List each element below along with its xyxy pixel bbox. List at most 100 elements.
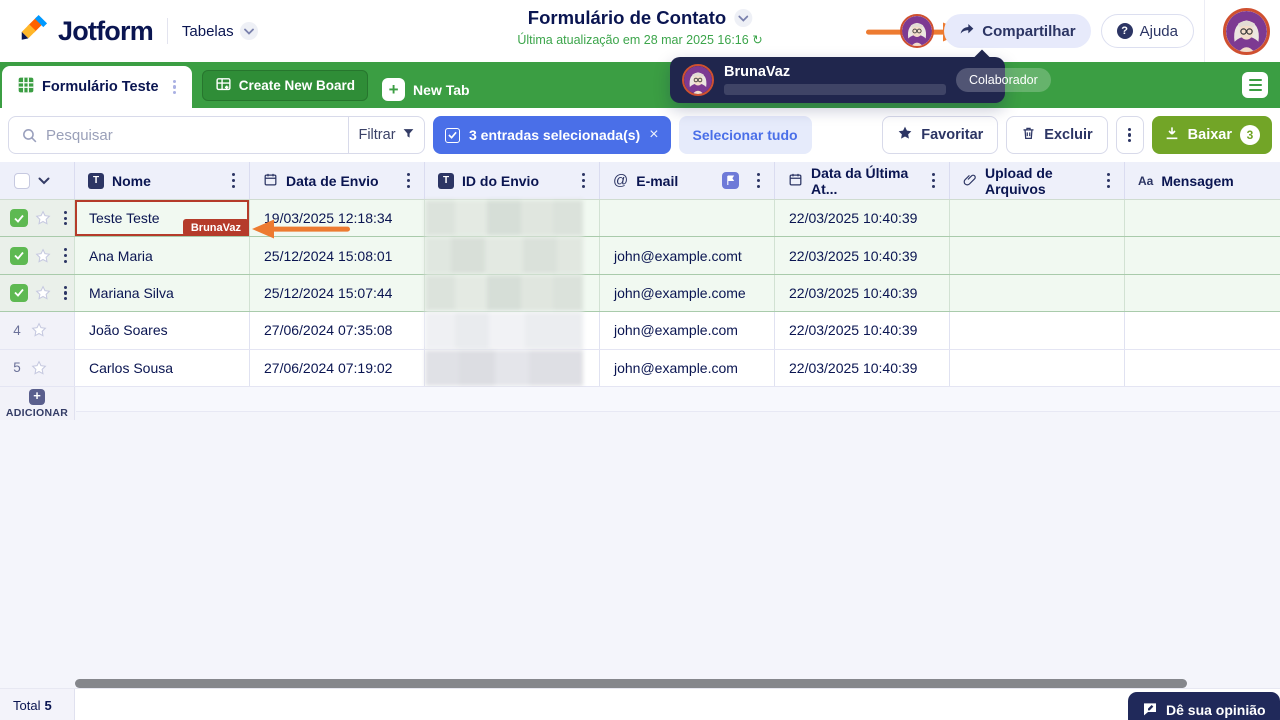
download-button[interactable]: Baixar 3: [1151, 116, 1272, 154]
search-input[interactable]: [38, 126, 348, 144]
tab-menu-kebab-icon[interactable]: [167, 76, 182, 99]
column-header-upload-de-arquivos[interactable]: Upload de Arquivos: [950, 162, 1125, 199]
cell-data-de-envio[interactable]: 27/06/2024 07:19:02: [250, 349, 425, 386]
blurred-value: [425, 237, 583, 274]
column-header-id-do-envio[interactable]: T ID do Envio: [425, 162, 600, 199]
column-menu-kebab-icon[interactable]: [926, 169, 941, 192]
column-header-email[interactable]: @ E-mail: [600, 162, 775, 199]
row-kebab-icon[interactable]: [58, 282, 73, 305]
cell-id-do-envio[interactable]: [425, 237, 600, 274]
cell-data-ultima-atualizacao[interactable]: 22/03/2025 10:40:39: [775, 349, 950, 386]
row-kebab-icon[interactable]: [58, 207, 73, 230]
more-actions-kebab-icon[interactable]: [1115, 116, 1144, 154]
tab-label: Formulário Teste: [42, 79, 159, 95]
user-avatar[interactable]: [1223, 7, 1270, 55]
cell-email[interactable]: john@example.com: [600, 349, 775, 386]
cell-upload-de-arquivos[interactable]: [950, 312, 1125, 349]
cell-upload-de-arquivos[interactable]: [950, 349, 1125, 386]
star-outline-icon[interactable]: [31, 360, 47, 376]
cell-upload-de-arquivos[interactable]: [950, 274, 1125, 312]
tab-formulario-teste[interactable]: Formulário Teste: [2, 66, 192, 108]
row-kebab-icon[interactable]: [58, 244, 73, 267]
cell-email[interactable]: [600, 200, 775, 237]
filter-button[interactable]: Filtrar: [348, 117, 424, 153]
star-outline-icon[interactable]: [35, 248, 51, 264]
cell-email[interactable]: john@example.come: [600, 274, 775, 312]
cell-email[interactable]: john@example.com: [600, 312, 775, 349]
bottom-bar: Total 5: [0, 688, 1280, 720]
cell-id-do-envio[interactable]: [425, 274, 600, 312]
column-menu-kebab-icon[interactable]: [751, 169, 766, 192]
cell-nome[interactable]: Teste Teste BrunaVaz: [75, 200, 250, 237]
cell-nome[interactable]: Ana Maria: [75, 237, 250, 274]
cell-data-ultima-atualizacao[interactable]: 22/03/2025 10:40:39: [775, 200, 950, 237]
horizontal-scrollbar[interactable]: [75, 679, 1187, 688]
cell-data-de-envio[interactable]: 25/12/2024 15:07:44: [250, 274, 425, 312]
form-title-block: Formulário de Contato Última atualização…: [517, 7, 762, 47]
product-switcher[interactable]: Tabelas: [182, 22, 258, 40]
cell-mensagem[interactable]: [1125, 200, 1280, 236]
cell-email[interactable]: john@example.comt: [600, 237, 775, 274]
star-outline-icon[interactable]: [35, 285, 51, 301]
row-checkbox-checked[interactable]: [10, 209, 28, 228]
favorite-button[interactable]: Favoritar: [882, 116, 999, 154]
cell-mensagem[interactable]: [1125, 237, 1280, 273]
cell-id-do-envio[interactable]: [425, 200, 600, 237]
select-all-button[interactable]: Selecionar tudo: [678, 116, 812, 154]
new-tab-button[interactable]: + New Tab: [382, 78, 470, 101]
cell-nome[interactable]: Carlos Sousa: [75, 349, 250, 386]
selected-entries-chip[interactable]: 3 entradas selecionada(s) ×: [433, 116, 671, 154]
collaborator-badge: Colaborador: [956, 68, 1051, 92]
cell-nome[interactable]: João Soares: [75, 312, 250, 349]
table-header: T Nome Data de Envio T ID do Envio @ E-m…: [0, 162, 1280, 200]
row-checkbox-checked[interactable]: [10, 283, 28, 302]
column-header-data-ultima-atualizacao[interactable]: Data da Última At...: [775, 162, 950, 199]
cell-id-do-envio[interactable]: [425, 312, 600, 349]
column-menu-kebab-icon[interactable]: [401, 169, 416, 192]
new-tab-label: New Tab: [413, 81, 470, 98]
collaborator-avatar[interactable]: [900, 14, 935, 48]
share-button[interactable]: Compartilhar: [944, 14, 1091, 48]
cell-mensagem[interactable]: [1125, 312, 1280, 348]
star-outline-icon[interactable]: [31, 322, 47, 338]
refresh-icon[interactable]: ↻: [752, 33, 762, 47]
page-title: Formulário de Contato: [527, 7, 727, 28]
column-header-mensagem[interactable]: Aa Mensagem: [1125, 162, 1280, 199]
delete-button[interactable]: Excluir: [1006, 116, 1108, 154]
title-chevron-down-icon[interactable]: [734, 9, 753, 27]
cell-upload-de-arquivos[interactable]: [950, 200, 1125, 237]
jotform-logo[interactable]: Jotform: [0, 14, 154, 49]
expand-rows-chevron-icon[interactable]: [38, 177, 50, 185]
cell-id-do-envio[interactable]: [425, 349, 600, 386]
cell-nome[interactable]: Mariana Silva: [75, 274, 250, 312]
column-header-nome[interactable]: T Nome: [75, 162, 250, 199]
cell-mensagem[interactable]: [1125, 275, 1280, 311]
cell-mensagem[interactable]: [1125, 350, 1280, 386]
cell-data-de-envio[interactable]: 27/06/2024 07:35:08: [250, 312, 425, 349]
cell-upload-de-arquivos[interactable]: [950, 237, 1125, 274]
total-count: Total 5: [0, 689, 75, 720]
create-new-board-button[interactable]: Create New Board: [201, 70, 369, 101]
select-all-checkbox[interactable]: [14, 172, 30, 189]
cell-data-ultima-atualizacao[interactable]: 22/03/2025 10:40:39: [775, 312, 950, 349]
table-row: Teste Teste BrunaVaz 19/03/2025 12:18:34…: [0, 200, 1280, 238]
clear-selection-icon[interactable]: ×: [649, 126, 658, 144]
cell-data-ultima-atualizacao[interactable]: 22/03/2025 10:40:39: [775, 274, 950, 312]
trash-icon: [1021, 125, 1036, 145]
grid-icon: [18, 77, 34, 98]
help-button[interactable]: ? Ajuda: [1100, 14, 1194, 48]
row-checkbox-checked[interactable]: [10, 246, 28, 265]
feedback-button[interactable]: Dê sua opinião: [1128, 692, 1280, 720]
plus-icon: +: [382, 78, 406, 101]
table-row: Mariana Silva 25/12/2024 15:07:44 john@e…: [0, 274, 1280, 313]
blurred-value: [425, 349, 583, 386]
column-menu-kebab-icon[interactable]: [226, 169, 241, 192]
row-gutter: [0, 274, 75, 312]
cell-data-ultima-atualizacao[interactable]: 22/03/2025 10:40:39: [775, 237, 950, 274]
column-menu-kebab-icon[interactable]: [576, 169, 591, 192]
add-entry-button[interactable]: + ADICIONAR: [0, 387, 75, 420]
column-header-data-de-envio[interactable]: Data de Envio: [250, 162, 425, 199]
star-outline-icon[interactable]: [35, 210, 51, 226]
tab-list-menu-icon[interactable]: [1242, 72, 1268, 98]
column-menu-kebab-icon[interactable]: [1101, 169, 1116, 192]
